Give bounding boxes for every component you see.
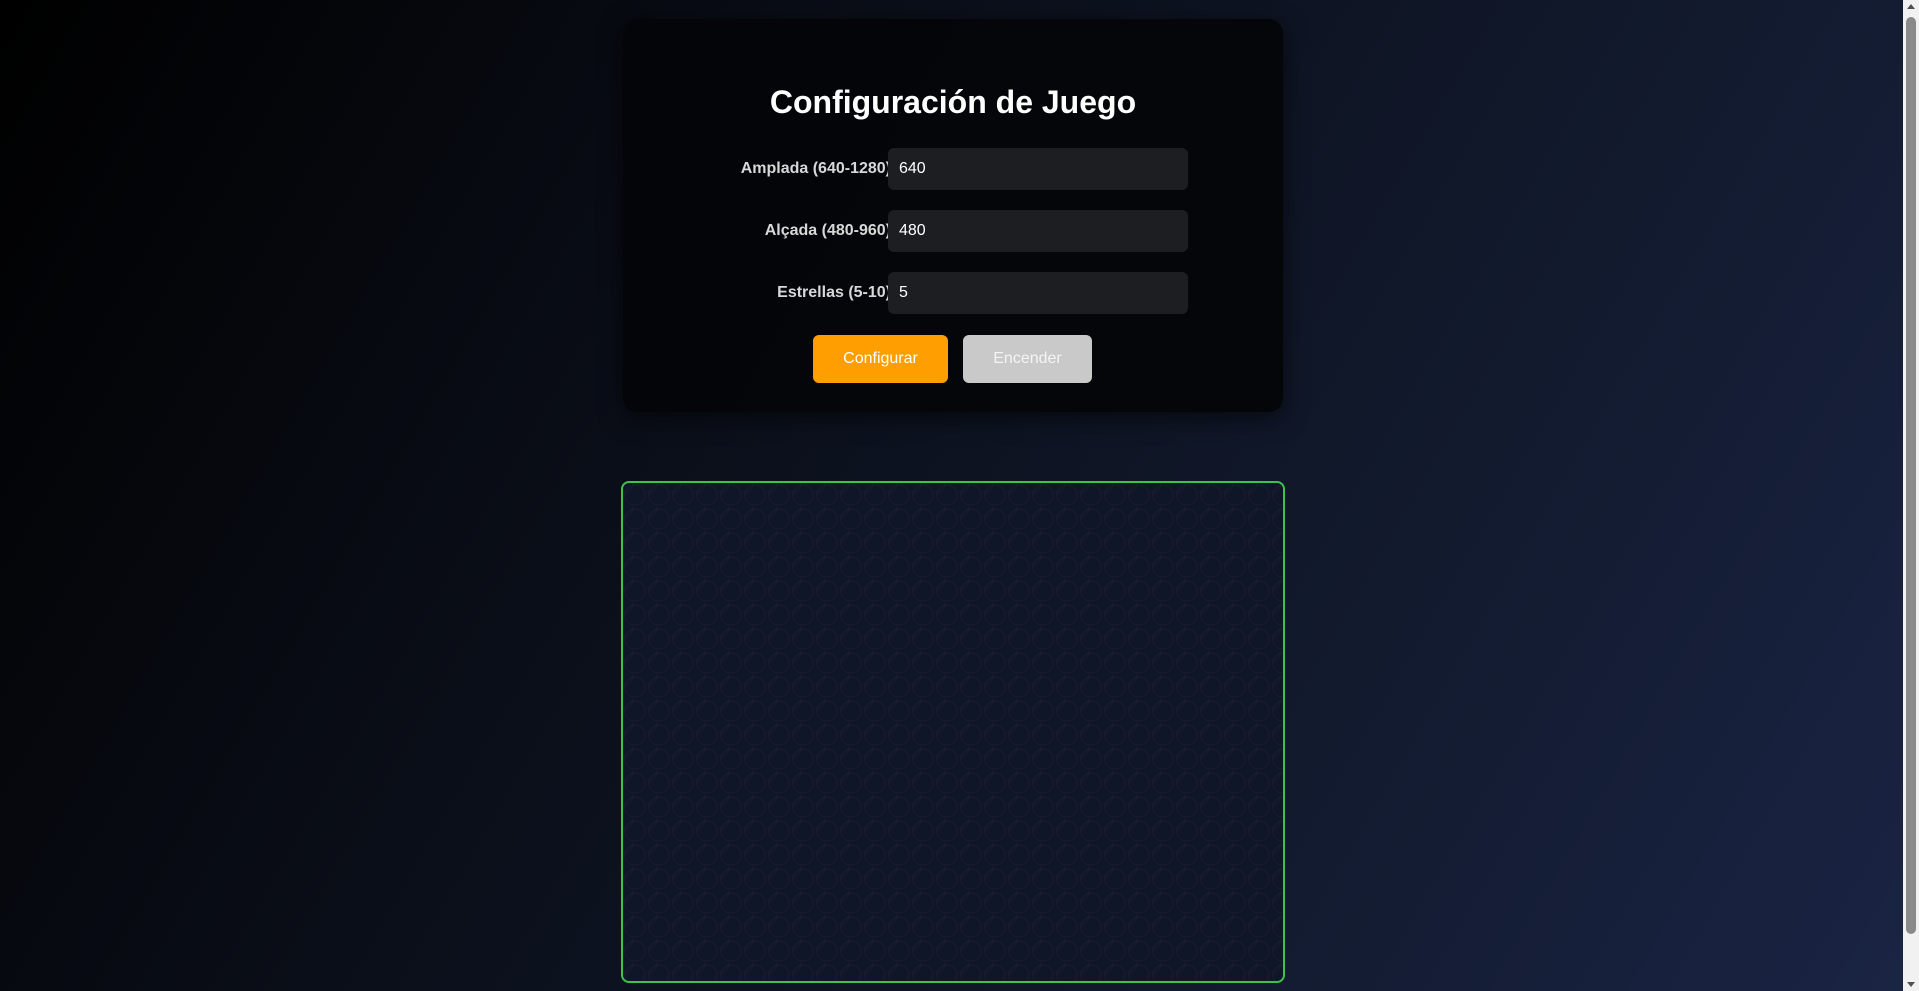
height-label: Alçada (480-960)	[764, 222, 891, 239]
chevron-up-icon[interactable]	[1907, 4, 1915, 9]
width-input[interactable]	[888, 148, 1188, 190]
start-button[interactable]: Encender	[963, 335, 1092, 383]
stars-label: Estrellas (5-10)	[777, 284, 891, 301]
game-canvas[interactable]	[621, 481, 1285, 983]
game-config-panel: Configuración de Juego Amplada (640-1280…	[623, 19, 1283, 412]
height-input[interactable]	[888, 210, 1188, 252]
page: Configuración de Juego Amplada (640-1280…	[0, 0, 1903, 991]
height-row: Alçada (480-960)	[623, 210, 1283, 252]
scrollbar-thumb[interactable]	[1906, 17, 1916, 934]
width-label: Amplada (640-1280)	[740, 160, 891, 177]
stars-input[interactable]	[888, 272, 1188, 314]
chevron-down-icon[interactable]	[1907, 982, 1915, 987]
configure-button[interactable]: Configurar	[813, 335, 948, 383]
stars-row: Estrellas (5-10)	[623, 272, 1283, 314]
vertical-scrollbar[interactable]	[1903, 0, 1919, 991]
page-title: Configuración de Juego	[769, 84, 1137, 120]
width-row: Amplada (640-1280)	[623, 148, 1283, 190]
